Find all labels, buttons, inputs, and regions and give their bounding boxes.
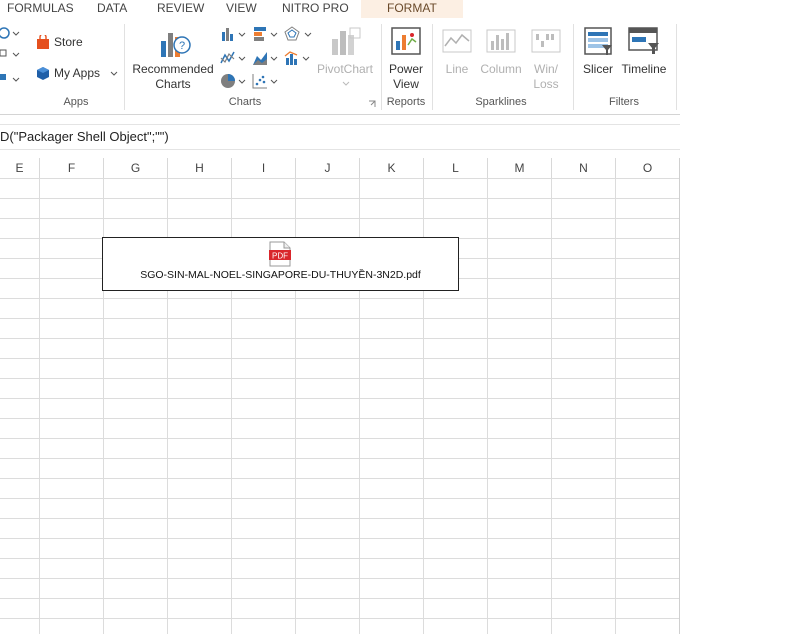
power-view-icon bbox=[391, 27, 421, 55]
tab-review[interactable]: REVIEW bbox=[157, 0, 204, 18]
column-header-h[interactable]: H bbox=[168, 158, 232, 178]
ribbon-tab-bar: FORMULAS DATA REVIEW VIEW NITRO PRO FORM… bbox=[0, 0, 680, 18]
pdf-file-icon: PDF bbox=[269, 241, 291, 267]
column-header-row: E F G H I J K L M N O bbox=[0, 158, 680, 179]
column-header-g[interactable]: G bbox=[104, 158, 168, 178]
dialog-launcher-icon[interactable] bbox=[368, 100, 376, 108]
scatter-chart-icon[interactable] bbox=[252, 73, 278, 89]
pivotchart-icon bbox=[332, 27, 361, 55]
shapes-icon[interactable] bbox=[0, 26, 22, 86]
svg-text:?: ? bbox=[179, 40, 185, 52]
divider bbox=[676, 24, 677, 110]
pivotchart-button[interactable]: PivotChart bbox=[312, 62, 378, 77]
tab-format[interactable]: FORMAT bbox=[361, 0, 463, 18]
formula-text[interactable]: D("Packager Shell Object";"") bbox=[0, 129, 169, 144]
group-label-apps: Apps bbox=[63, 96, 89, 108]
divider bbox=[381, 24, 382, 110]
tab-nitro-pro[interactable]: NITRO PRO bbox=[282, 0, 349, 18]
recommended-charts-icon: ? bbox=[161, 33, 191, 57]
divider bbox=[124, 24, 125, 110]
pie-chart-icon[interactable] bbox=[220, 73, 246, 89]
group-label-charts: Charts bbox=[228, 96, 262, 108]
sparkline-column-icon bbox=[486, 29, 516, 53]
column-header-j[interactable]: J bbox=[296, 158, 360, 178]
combo-chart-icon[interactable] bbox=[284, 50, 310, 66]
sparkline-line-icon bbox=[442, 29, 472, 53]
group-label-reports: Reports bbox=[386, 96, 426, 108]
area-chart-icon[interactable] bbox=[252, 50, 278, 66]
sparkline-winloss-button-line2[interactable]: Loss bbox=[526, 77, 566, 92]
group-label-sparklines: Sparklines bbox=[475, 96, 527, 108]
group-label-filters: Filters bbox=[609, 96, 639, 108]
ribbon: Store My Apps Apps ? Recommended Charts bbox=[0, 18, 680, 115]
slicer-button[interactable]: Slicer bbox=[578, 62, 618, 77]
chevron-down-icon[interactable] bbox=[110, 71, 118, 77]
power-view-button[interactable]: Power bbox=[385, 62, 427, 77]
sparkline-line-button[interactable]: Line bbox=[438, 62, 476, 77]
timeline-button[interactable]: Timeline bbox=[618, 62, 670, 77]
embedded-pdf-object[interactable]: PDF SGO-SIN-MAL-NOEL-SINGAPORE-DU-THUYỀN… bbox=[102, 237, 459, 291]
my-apps-icon bbox=[37, 67, 49, 80]
svg-text:PDF: PDF bbox=[272, 252, 288, 261]
column-header-k[interactable]: K bbox=[360, 158, 424, 178]
power-view-button-line2[interactable]: View bbox=[385, 77, 427, 92]
column-header-l[interactable]: L bbox=[424, 158, 488, 178]
recommended-charts-label[interactable]: Recommended bbox=[131, 62, 215, 77]
divider bbox=[573, 24, 574, 110]
timeline-icon bbox=[628, 27, 659, 54]
chevron-down-icon[interactable] bbox=[342, 81, 350, 87]
pdf-file-name: SGO-SIN-MAL-NOEL-SINGAPORE-DU-THUYỀN-3N2… bbox=[140, 269, 421, 281]
recommended-charts-label-line2[interactable]: Charts bbox=[131, 77, 215, 92]
divider bbox=[432, 24, 433, 110]
tab-view[interactable]: VIEW bbox=[226, 0, 257, 18]
store-button[interactable]: Store bbox=[54, 35, 83, 50]
line-chart-icon[interactable] bbox=[220, 50, 246, 66]
column-header-i[interactable]: I bbox=[232, 158, 296, 178]
column-chart-icon[interactable] bbox=[220, 26, 246, 42]
grid-right-edge bbox=[679, 158, 680, 634]
my-apps-button[interactable]: My Apps bbox=[54, 66, 100, 81]
column-header-n[interactable]: N bbox=[552, 158, 616, 178]
hierarchy-chart-icon[interactable] bbox=[252, 26, 278, 42]
column-header-m[interactable]: M bbox=[488, 158, 552, 178]
tab-formulas[interactable]: FORMULAS bbox=[7, 0, 74, 18]
sparkline-winloss-button[interactable]: Win/ bbox=[526, 62, 566, 77]
column-header-f[interactable]: F bbox=[40, 158, 104, 178]
sparkline-winloss-icon bbox=[531, 29, 561, 53]
formula-bar[interactable]: D("Packager Shell Object";"") bbox=[0, 124, 680, 150]
column-header-o[interactable]: O bbox=[616, 158, 680, 178]
slicer-icon bbox=[584, 27, 612, 55]
column-header-e[interactable]: E bbox=[0, 158, 40, 178]
store-icon bbox=[37, 35, 49, 49]
tab-data[interactable]: DATA bbox=[97, 0, 127, 18]
sparkline-column-button[interactable]: Column bbox=[476, 62, 526, 77]
radar-chart-icon[interactable] bbox=[284, 26, 312, 42]
